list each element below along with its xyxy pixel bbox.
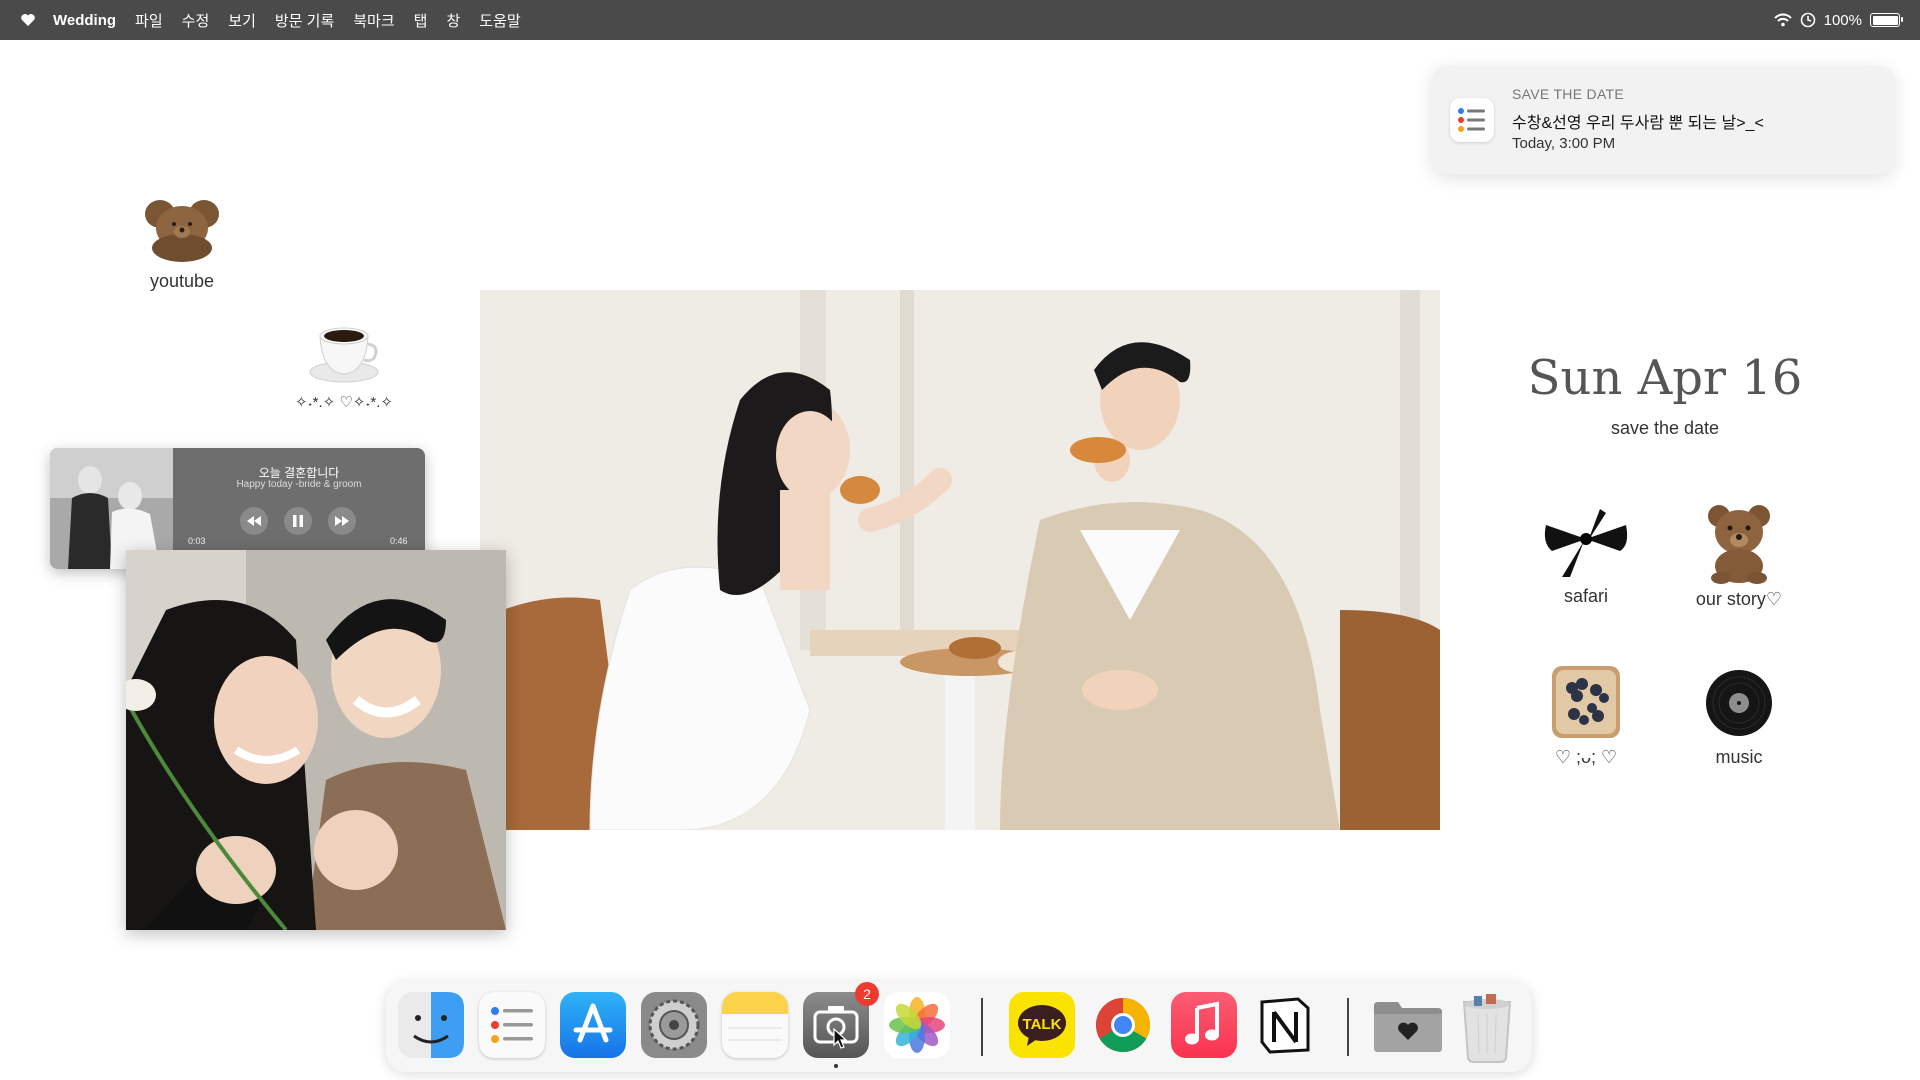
desktop-icon-coffee[interactable]: ✧˖*.✧ ♡✧˖*.✧ — [284, 316, 404, 411]
app-name[interactable]: Wedding — [53, 12, 116, 29]
desktop-icon-music[interactable]: music — [1684, 666, 1794, 768]
trash-icon — [1462, 994, 1512, 1063]
brown-teddy-bear-icon — [1708, 505, 1770, 584]
toast-label: ♡ ;ᴗ; ♡ — [1554, 747, 1618, 767]
fast-forward-button[interactable] — [328, 507, 356, 535]
battery-percent: 100% — [1823, 11, 1862, 29]
heart-folder-icon — [1374, 1002, 1442, 1052]
dock-reminders[interactable] — [479, 992, 545, 1058]
dock-separator-2 — [1347, 998, 1349, 1056]
desktop-icon-youtube[interactable]: youtube — [130, 190, 234, 292]
music-note-icon — [1185, 1001, 1219, 1045]
safari-label: safari — [1563, 586, 1608, 606]
dock-notion[interactable] — [1252, 992, 1318, 1058]
music-label: music — [1715, 747, 1763, 767]
notification[interactable]: SAVE THE DATE 수창&선영 우리 두사람 뿐 되는 날>_< Tod… — [1432, 66, 1894, 174]
battery-icon[interactable] — [1870, 13, 1903, 27]
menu-bar: Wedding 파일 수정 보기 방문 기록 북마크 탭 창 도움말 100% — [0, 0, 1920, 40]
date-caption: save the date — [1610, 418, 1720, 438]
running-indicator — [834, 1064, 838, 1068]
dock-trash[interactable] — [1454, 992, 1520, 1063]
notification-time: Today, 3:00 PM — [1512, 135, 1616, 152]
blueberry-toast-icon — [1552, 666, 1620, 738]
rewind-icon — [247, 516, 261, 526]
desktop-icon-toast[interactable]: ♡ ;ᴗ; ♡ — [1536, 662, 1636, 768]
coffee-cup-icon — [309, 327, 379, 383]
reminders-dock-icon — [491, 1007, 533, 1043]
dock-folder[interactable] — [1372, 992, 1442, 1058]
youtube-label: youtube — [149, 271, 215, 291]
menu-bookmarks[interactable]: 북마크 — [353, 10, 394, 31]
dock-separator — [981, 998, 983, 1056]
app-store-icon — [573, 1003, 613, 1043]
desktop-icon-our-story[interactable]: our story♡ — [1684, 502, 1794, 610]
main-couple-photo — [480, 290, 1440, 830]
pause-button[interactable] — [284, 507, 312, 535]
finder-icon — [398, 992, 464, 1058]
teddy-bear-icon — [145, 200, 219, 262]
song-subtitle: Happy today -bride & groom — [236, 479, 362, 490]
gear-icon — [648, 999, 700, 1051]
our-story-label: our story♡ — [1695, 589, 1783, 609]
battery-fill — [1872, 15, 1898, 25]
photos-icon — [889, 997, 945, 1053]
dock-photos[interactable] — [884, 992, 950, 1058]
dock-system-settings[interactable] — [641, 992, 707, 1058]
notification-message: 수창&선영 우리 두사람 뿐 되는 날>_< — [1512, 115, 1764, 132]
date-display: Sun Apr 16 — [1527, 350, 1803, 406]
reminders-icon — [1450, 98, 1494, 142]
dock-music[interactable] — [1171, 992, 1237, 1058]
notes-icon — [722, 992, 788, 1041]
menu-help[interactable]: 도움말 — [479, 10, 520, 31]
desktop-icon-safari[interactable]: safari — [1536, 505, 1636, 607]
dock-app-store[interactable] — [560, 992, 626, 1058]
chrome-icon — [1095, 998, 1151, 1053]
pause-icon — [293, 515, 303, 527]
rewind-button[interactable] — [240, 507, 268, 535]
dock-notes[interactable] — [722, 992, 788, 1058]
coffee-label: ✧˖*.✧ ♡✧˖*.✧ — [295, 394, 393, 411]
menu-view[interactable]: 보기 — [228, 10, 256, 31]
ring-selfie-photo — [126, 550, 506, 930]
vinyl-record-icon — [1706, 670, 1772, 736]
dock-kakaotalk[interactable]: TALK — [1009, 992, 1075, 1058]
notification-badge: 2 — [855, 982, 879, 1006]
cursor-icon — [833, 1028, 848, 1049]
wifi-icon[interactable] — [1773, 13, 1792, 27]
elapsed-time: 0:03 — [188, 536, 206, 546]
fast-forward-icon — [335, 516, 349, 526]
total-time: 0:46 — [390, 536, 408, 546]
notification-app: SAVE THE DATE — [1512, 86, 1625, 102]
dock: 2 TALK — [386, 982, 1532, 1072]
menu-history[interactable]: 방문 기록 — [275, 10, 334, 31]
dock-chrome[interactable] — [1090, 992, 1156, 1058]
menu-window[interactable]: 창 — [446, 10, 460, 31]
menu-tab[interactable]: 탭 — [414, 10, 428, 31]
dock-finder[interactable] — [398, 992, 464, 1058]
notion-icon — [1260, 997, 1310, 1054]
menu-edit[interactable]: 수정 — [182, 10, 210, 31]
clock-arrow-icon[interactable] — [1800, 12, 1816, 28]
kakaotalk-label: TALK — [1022, 1016, 1062, 1033]
black-ribbon-icon — [1544, 509, 1628, 577]
photo-illustration — [480, 290, 1440, 830]
menu-file[interactable]: 파일 — [135, 10, 163, 31]
heart-icon[interactable] — [20, 12, 36, 28]
